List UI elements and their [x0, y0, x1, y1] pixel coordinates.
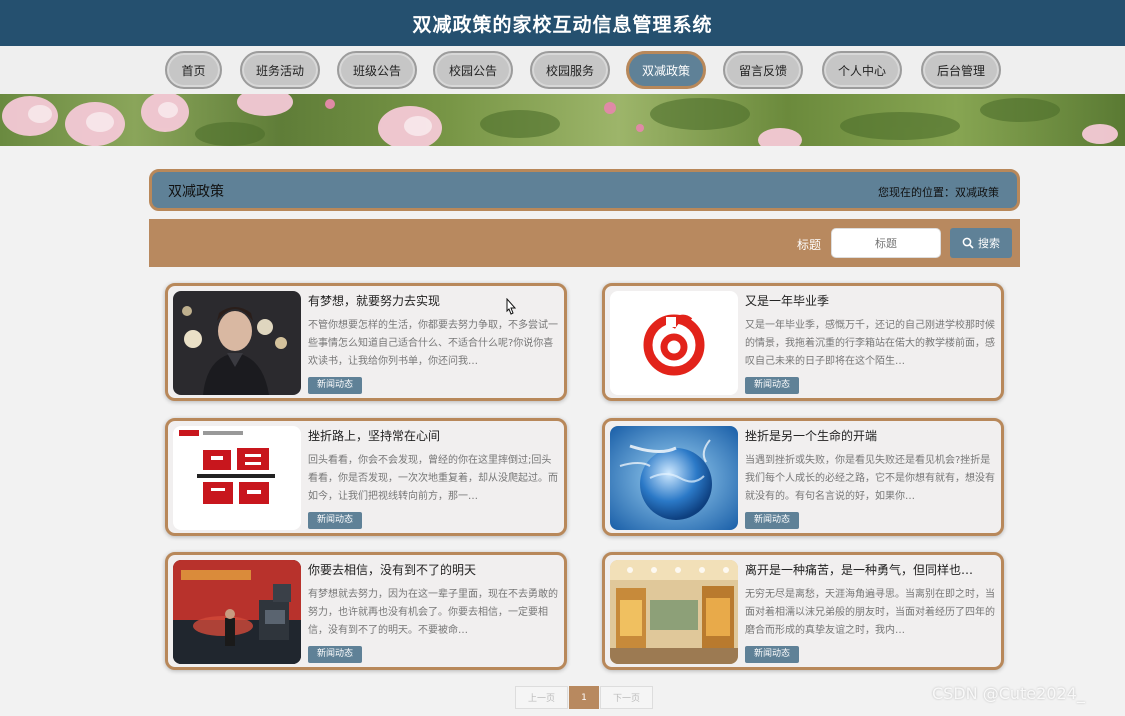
card-title[interactable]: 挫折路上，坚持常在心间 [308, 427, 560, 444]
card-category-tag[interactable]: 新闻动态 [745, 512, 800, 529]
card-category-tag[interactable]: 新闻动态 [745, 377, 800, 394]
nav-item-class-activities[interactable]: 班务活动 [240, 51, 320, 89]
pagination-current-page[interactable]: 1 [569, 686, 599, 709]
search-input[interactable] [831, 228, 941, 258]
card-category-tag[interactable]: 新闻动态 [308, 646, 363, 663]
nav-item-double-reduction[interactable]: 双减政策 [626, 51, 706, 89]
search-button-label: 搜索 [978, 237, 1000, 250]
card-description: 当遇到挫折或失败，你是看见失败还是看见机会?挫折是我们每个人成长的必经之路，它不… [745, 455, 995, 502]
breadcrumb: 您现在的位置：双减政策 [878, 186, 999, 199]
news-card[interactable]: 挫折是另一个生命的开端 当遇到挫折或失败，你是看见失败还是看见机会?挫折是我们每… [602, 418, 1004, 536]
pagination-prev-button[interactable]: 上一页 [515, 686, 568, 709]
music-logo-image [610, 291, 738, 395]
search-icon [962, 237, 974, 249]
card-title[interactable]: 离开是一种痛苦，是一种勇气，但同样也… [745, 561, 997, 578]
card-description: 不管你想要怎样的生活，你都要去努力争取，不多尝试一些事情怎么知道自己适合什么、不… [308, 320, 558, 367]
card-title[interactable]: 挫折是另一个生命的开端 [745, 427, 997, 444]
nav-item-home[interactable]: 首页 [165, 51, 222, 89]
nav-item-campus-services[interactable]: 校园服务 [530, 51, 610, 89]
card-description: 无穷无尽是离愁，天涯海角遍寻思。当离别在即之时，当面对着相濡以沫兄弟般的朋友时，… [745, 589, 995, 636]
pagination-next-button[interactable]: 下一页 [600, 686, 653, 709]
flower-banner [0, 94, 1125, 146]
news-card[interactable]: 你要去相信，没有到不了的明天 有梦想就去努力，因为在这一辈子里面，现在不去勇敢的… [165, 552, 567, 670]
search-button[interactable]: 搜索 [950, 228, 1012, 258]
card-category-tag[interactable]: 新闻动态 [308, 512, 363, 529]
store-image [610, 560, 738, 664]
card-description: 有梦想就去努力，因为在这一辈子里面，现在不去勇敢的努力，也许就再也没有机会了。你… [308, 589, 558, 636]
card-category-tag[interactable]: 新闻动态 [308, 377, 363, 394]
globe-image [610, 426, 738, 530]
card-description: 回头看看，你会不会发现，曾经的你在这里摔倒过;回头看看，你是否发现，一次次地重复… [308, 455, 558, 502]
mouse-cursor-icon [506, 298, 517, 315]
nav-item-class-notices[interactable]: 班级公告 [337, 51, 417, 89]
card-title[interactable]: 又是一年毕业季 [745, 292, 997, 309]
news-card[interactable]: 又是一年毕业季 又是一年毕业季，感慨万千，还记的自己刚进学校那时候的情景，我拖着… [602, 283, 1004, 401]
nav-item-feedback[interactable]: 留言反馈 [723, 51, 803, 89]
card-title[interactable]: 有梦想，就要努力去实现 [308, 292, 560, 309]
banner-flowers-image [2, 94, 1118, 146]
nav-item-campus-notices[interactable]: 校园公告 [433, 51, 513, 89]
news-card[interactable]: 挫折路上，坚持常在心间 回头看看，你会不会发现，曾经的你在这里摔倒过;回头看看，… [165, 418, 567, 536]
search-bar: 标题 搜索 [149, 219, 1020, 267]
card-category-tag[interactable]: 新闻动态 [745, 646, 800, 663]
search-label: 标题 [797, 238, 822, 252]
card-description: 又是一年毕业季，感慨万千，还记的自己刚进学校那时候的情景，我拖着沉重的行李箱站在… [745, 320, 995, 367]
nav-item-admin[interactable]: 后台管理 [921, 51, 1001, 89]
watermark: CSDN @Cute2024_ [932, 684, 1085, 703]
site-title: 双减政策的家校互动信息管理系统 [412, 13, 713, 36]
main-nav: 首页 班务活动 班级公告 校园公告 校园服务 双减政策 留言反馈 个人中心 后台… [0, 46, 1125, 94]
person-portrait-image [173, 291, 301, 395]
stage-image [173, 560, 301, 664]
card-title[interactable]: 你要去相信，没有到不了的明天 [308, 561, 560, 578]
site-header: 双减政策的家校互动信息管理系统 [0, 0, 1125, 46]
news-card[interactable]: 离开是一种痛苦，是一种勇气，但同样也… 无穷无尽是离愁，天涯海角遍寻思。当离别在… [602, 552, 1004, 670]
page-title: 双减政策 [168, 184, 224, 200]
nav-item-personal-center[interactable]: 个人中心 [822, 51, 902, 89]
page-title-bar: 双减政策 您现在的位置：双减政策 [149, 169, 1020, 211]
current-affairs-image [173, 426, 301, 530]
